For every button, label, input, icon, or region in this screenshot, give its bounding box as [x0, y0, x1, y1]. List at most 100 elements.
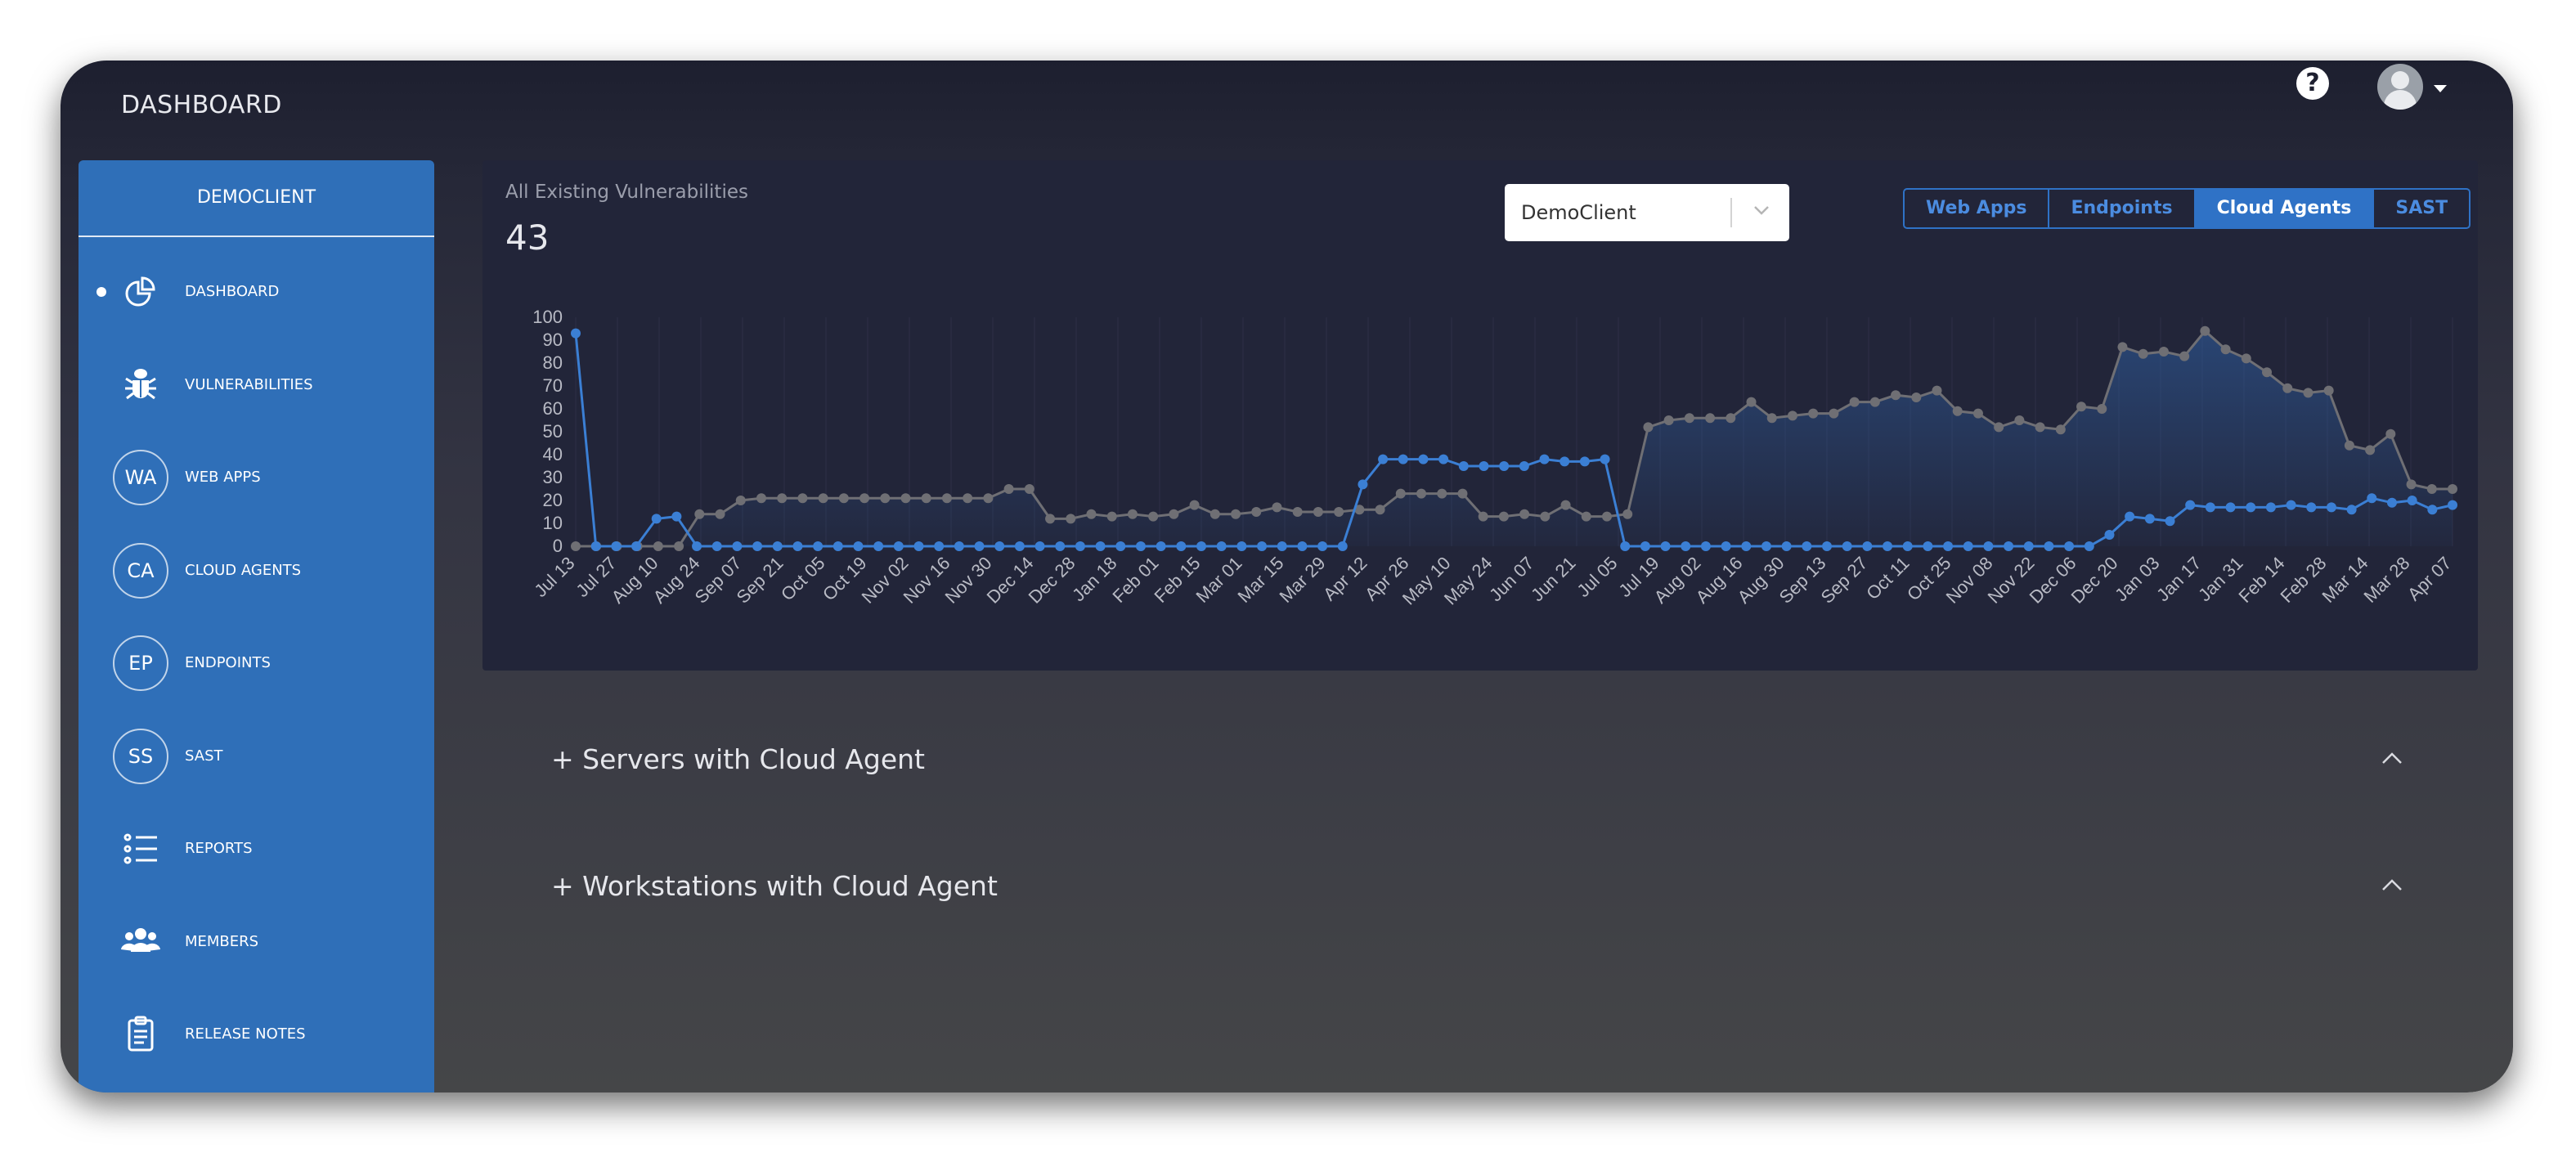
x-tick-label: Jul 13: [530, 553, 578, 601]
tab-web-apps[interactable]: Web Apps: [1905, 190, 2050, 227]
gray-series-point: [1209, 509, 1220, 519]
gray-series-point: [756, 493, 766, 504]
gray-series-point: [2200, 325, 2210, 336]
blue-series-point: [1983, 541, 1994, 551]
blue-series-point: [1640, 541, 1650, 551]
blue-series-point: [2125, 511, 2135, 522]
servers-accordion[interactable]: + Servers with Cloud Agent: [482, 711, 2478, 809]
gray-series-point: [2282, 383, 2293, 393]
sidebar-item-web-apps[interactable]: WA WEB APPS: [79, 442, 434, 513]
blue-series-point: [1681, 541, 1691, 551]
gray-series-point: [1127, 509, 1138, 519]
x-tick-label: Mar 29: [1275, 553, 1329, 607]
gray-series-point: [1726, 413, 1736, 424]
blue-series-point: [1761, 541, 1771, 551]
tab-sast[interactable]: SAST: [2374, 190, 2469, 227]
caret-down-icon[interactable]: [2434, 85, 2447, 92]
sidebar-item-sast[interactable]: SS SAST: [79, 721, 434, 792]
blue-series-point: [1781, 541, 1792, 551]
blue-series-point: [2386, 497, 2397, 508]
blue-series-point: [1176, 541, 1187, 551]
blue-series-point: [1297, 541, 1308, 551]
x-tick-label: Sep 07: [691, 553, 746, 608]
sidebar-item-label: WEB APPS: [185, 469, 261, 486]
y-tick-label: 50: [543, 421, 563, 442]
gray-series-point: [1829, 408, 1839, 419]
gray-series-point: [2076, 402, 2087, 412]
blue-series-point: [1802, 541, 1812, 551]
tab-cloud-agents[interactable]: Cloud Agents: [2195, 190, 2375, 227]
gray-series-point: [2344, 440, 2354, 451]
blue-series-point: [1014, 541, 1025, 551]
workstations-accordion[interactable]: + Workstations with Cloud Agent: [482, 837, 2478, 935]
gray-series-point: [1437, 488, 1447, 499]
blue-series-point: [1499, 461, 1510, 471]
y-tick-label: 40: [543, 444, 563, 464]
gray-series-point: [1684, 413, 1694, 424]
blue-series-point: [813, 541, 824, 551]
help-icon[interactable]: ?: [2296, 67, 2329, 100]
x-tick-label: Jun 07: [1485, 553, 1537, 605]
blue-series-point: [590, 541, 601, 551]
chevron-down-icon[interactable]: [1752, 200, 1771, 220]
sidebar-item-members[interactable]: MEMBERS: [79, 907, 434, 977]
x-tick-label: Mar 01: [1192, 553, 1245, 607]
tab-endpoints[interactable]: Endpoints: [2049, 190, 2196, 227]
endpoints-badge: EP: [113, 635, 168, 691]
sidebar-item-endpoints[interactable]: EP ENDPOINTS: [79, 628, 434, 698]
x-tick-label: Aug 30: [1734, 553, 1788, 608]
blue-series-point: [2104, 530, 2115, 540]
sidebar-item-reports[interactable]: REPORTS: [79, 814, 434, 884]
blue-series-point: [1883, 541, 1893, 551]
gray-series-point: [2055, 424, 2066, 435]
gray-series-point: [1066, 514, 1076, 524]
avatar[interactable]: [2377, 64, 2423, 110]
vulnerability-trend-chart: 0102030405060708090100Jul 13Jul 27Aug 10…: [530, 307, 2457, 609]
sidebar-item-label: SAST: [185, 747, 223, 765]
gray-series-point: [1869, 397, 1880, 407]
gray-series-point: [2179, 351, 2190, 361]
blue-series-point: [1095, 541, 1106, 551]
blue-series-point: [832, 541, 843, 551]
blue-series-point: [2346, 505, 2357, 515]
vulnerability-count: 43: [505, 218, 550, 258]
client-select[interactable]: DemoClient: [1505, 184, 1789, 241]
sidebar-item-release-notes[interactable]: RELEASE NOTES: [79, 999, 434, 1070]
blue-series-point: [1115, 541, 1126, 551]
blue-series-point: [2044, 541, 2054, 551]
blue-series-point: [1822, 541, 1832, 551]
gray-series-point: [1891, 390, 1901, 401]
page-title: DASHBOARD: [121, 91, 282, 119]
blue-series-point: [1700, 541, 1711, 551]
gray-series-point: [1622, 509, 1633, 519]
gray-series-point: [715, 509, 725, 519]
gray-series-point: [1395, 488, 1406, 499]
client-select-value: DemoClient: [1521, 201, 1636, 224]
gray-series-point: [859, 493, 870, 504]
blue-series-point: [1862, 541, 1873, 551]
gray-series-point: [1003, 484, 1014, 494]
x-tick-label: Mar 28: [2359, 553, 2413, 607]
sidebar-item-vulnerabilities[interactable]: VULNERABILITIES: [79, 350, 434, 420]
gray-series-point: [2323, 385, 2334, 396]
gray-series-point: [1972, 408, 1983, 419]
x-tick-label: Apr 07: [2403, 553, 2456, 605]
x-tick-label: Aug 10: [608, 553, 662, 608]
gray-series-point: [1457, 488, 1468, 499]
blue-series-point: [2185, 500, 2196, 510]
x-tick-label: Nov 02: [858, 553, 913, 608]
x-tick-label: Aug 24: [649, 553, 704, 608]
blue-series-point: [2004, 541, 2014, 551]
chevron-up-icon[interactable]: [2380, 750, 2404, 766]
gray-series-point: [777, 493, 788, 504]
blue-series-point: [1943, 541, 1954, 551]
gray-series-point: [900, 493, 911, 504]
sidebar-item-cloud-agents[interactable]: CA CLOUD AGENTS: [79, 536, 434, 606]
chevron-up-icon[interactable]: [2380, 877, 2404, 893]
gray-series-point: [1952, 406, 1963, 416]
cloud-agents-badge: CA: [113, 543, 168, 599]
sidebar-item-dashboard[interactable]: DASHBOARD: [79, 257, 434, 327]
gray-series-point: [2138, 348, 2148, 359]
x-tick-label: Nov 08: [1942, 553, 1997, 608]
blue-series-point: [2367, 493, 2377, 504]
